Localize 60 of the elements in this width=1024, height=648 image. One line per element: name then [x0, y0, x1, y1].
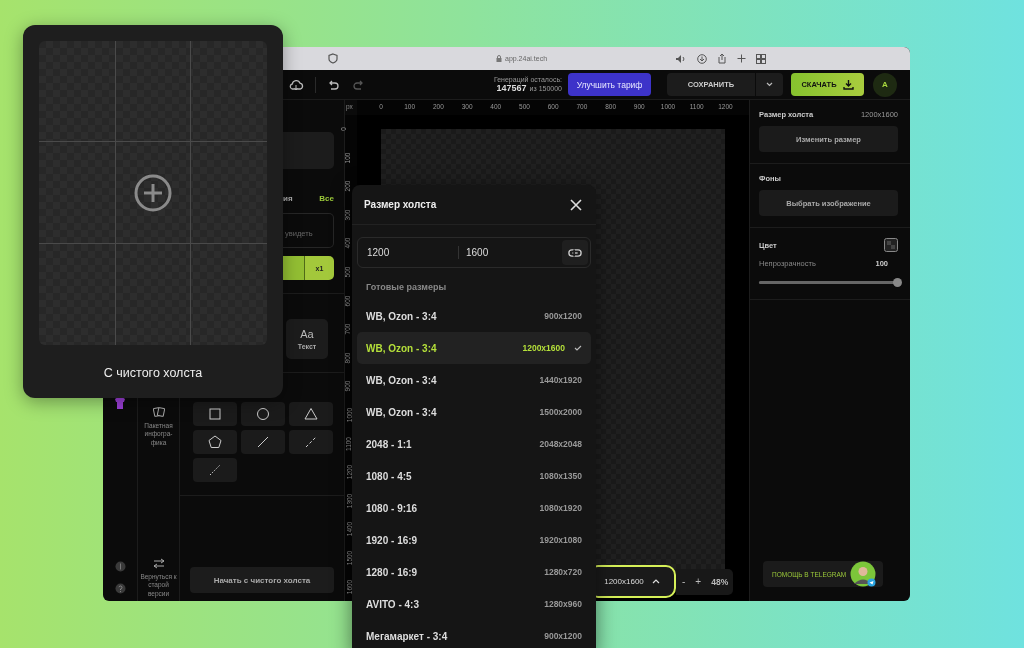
preset-item[interactable]: WB, Ozon - 3:4 1440x1920 [357, 364, 591, 396]
cloud-icon[interactable] [288, 78, 304, 91]
width-field[interactable]: 1200 [358, 246, 458, 259]
dotted-icon [207, 462, 223, 478]
square-icon [207, 406, 223, 422]
section-title: ия [283, 194, 293, 203]
preset-item[interactable]: WB, Ozon - 3:4 1500x2000 [357, 396, 591, 428]
check-icon [574, 345, 582, 351]
cards-icon [152, 406, 165, 418]
pentagon-icon [207, 434, 223, 450]
zoom-in-button[interactable]: + [695, 576, 702, 587]
generations-count: 147567 [496, 83, 527, 93]
shield-icon [328, 53, 338, 64]
preset-item[interactable]: 1920 - 16:9 1920x1080 [357, 524, 591, 556]
close-icon[interactable] [570, 198, 582, 211]
swap-icon [152, 557, 165, 569]
triangle-icon [303, 406, 319, 422]
add-icon [133, 173, 173, 213]
undo-icon[interactable] [327, 79, 339, 90]
lock-icon [496, 55, 502, 62]
section-title: Готовые размеры [365, 281, 448, 294]
preset-item[interactable]: 1080 - 4:5 1080x1350 [357, 460, 591, 492]
link-button[interactable] [562, 240, 588, 265]
caret-icon [766, 82, 773, 87]
preset-item[interactable]: 1080 - 9:16 1080x1920 [357, 492, 591, 524]
circle-icon [255, 406, 271, 422]
speaker-icon[interactable] [675, 53, 688, 64]
download-icon [842, 79, 854, 90]
help-icon[interactable] [114, 583, 126, 594]
zoom-out-button[interactable]: - [682, 576, 686, 587]
shirt-icon[interactable] [114, 397, 126, 409]
preset-item[interactable]: 1280 - 16:9 1280x720 [357, 556, 591, 588]
shape-tool[interactable] [193, 430, 237, 454]
tabs-icon[interactable] [756, 53, 767, 64]
start-option-card[interactable]: С чистого холста [23, 25, 283, 398]
shape-tool[interactable] [193, 402, 237, 426]
upgrade-button[interactable]: Улучшить тариф [568, 73, 651, 96]
chevron-up-icon [651, 579, 660, 584]
link-icon [568, 247, 582, 258]
preset-item[interactable]: Мегамаркет - 3:4 900x1200 [357, 620, 591, 648]
line-icon [255, 434, 271, 450]
avatar-icon [850, 561, 876, 587]
preset-item[interactable]: WB, Ozon - 3:4 900x1200 [357, 300, 591, 332]
transparent-swatch-icon[interactable] [884, 238, 898, 252]
zoom-level: 48% [711, 576, 729, 587]
start-blank-button[interactable]: Начать с чистого холста [190, 567, 334, 593]
height-field[interactable]: 1600 [458, 246, 561, 259]
see-all-link[interactable]: Все [319, 194, 334, 203]
redo-icon[interactable] [353, 79, 365, 90]
download-icon[interactable] [697, 53, 708, 64]
preset-item[interactable]: 2048 - 1:1 2048x2048 [357, 428, 591, 460]
preset-item[interactable]: WB, Ozon - 3:4 1200x1600 [357, 332, 591, 364]
user-avatar[interactable]: A [873, 72, 897, 97]
shape-tool[interactable] [241, 402, 285, 426]
shape-tool[interactable] [289, 402, 333, 426]
popup-title: Размер холста [364, 199, 437, 210]
card-label: С чистого холста [103, 366, 203, 380]
share-icon[interactable] [717, 53, 728, 64]
preset-item[interactable]: AVITO - 4:3 1280x960 [357, 588, 591, 620]
plus-icon[interactable] [737, 54, 747, 63]
